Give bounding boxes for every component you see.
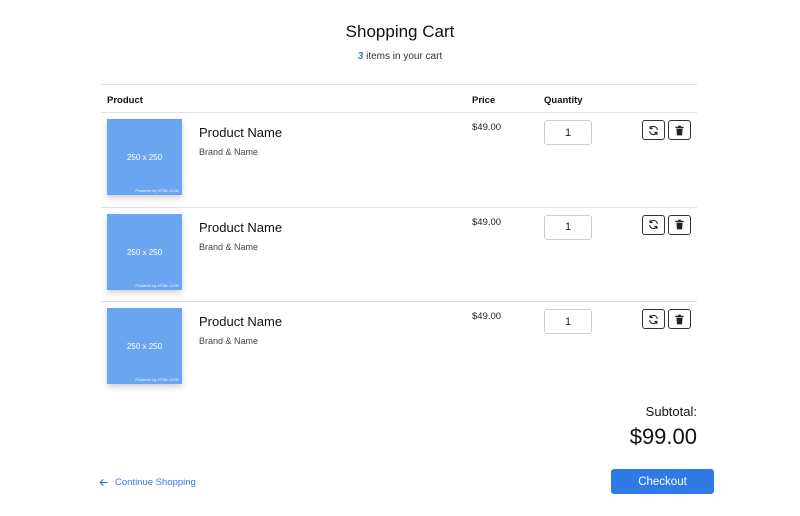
column-header-quantity: Quantity xyxy=(544,95,583,106)
continue-shopping-label: Continue Shopping xyxy=(115,477,196,488)
quantity-input[interactable] xyxy=(544,309,592,334)
refresh-icon xyxy=(649,125,658,135)
cart-row: 250 x 250 Powered by HTML.COM Product Na… xyxy=(101,113,697,208)
product-price: $49.00 xyxy=(472,216,502,228)
product-image-size-label: 250 x 250 xyxy=(126,342,163,351)
cart-row: 250 x 250 Powered by HTML.COM Product Na… xyxy=(101,208,697,302)
product-brand: Brand & Name xyxy=(199,241,259,252)
trash-icon xyxy=(675,125,684,135)
delete-item-button[interactable] xyxy=(668,120,691,140)
update-item-button[interactable] xyxy=(642,214,665,235)
product-image-credit: Powered by HTML.COM xyxy=(135,282,179,288)
product-image-credit: Powered by HTML.COM xyxy=(135,188,179,193)
refresh-icon xyxy=(649,314,658,324)
trash-icon xyxy=(675,219,684,230)
product-image[interactable]: 250 x 250 Powered by HTML.COM xyxy=(107,213,182,290)
product-name[interactable]: Product Name xyxy=(199,125,282,140)
cart-row: 250 x 250 Powered by HTML.COM Product Na… xyxy=(101,302,697,397)
product-name[interactable]: Product Name xyxy=(199,220,282,235)
product-image-size-label: 250 x 250 xyxy=(126,153,163,162)
column-header-price: Price xyxy=(472,95,496,106)
product-brand: Brand & Name xyxy=(199,336,259,346)
arrow-left-icon xyxy=(99,479,108,486)
product-price: $49.00 xyxy=(472,311,502,322)
item-count-suffix: items in your cart xyxy=(366,51,443,62)
product-image-size-label: 250 x 250 xyxy=(126,247,163,257)
product-brand: Brand & Name xyxy=(199,147,259,157)
item-count: 3 xyxy=(357,51,364,62)
delete-item-button[interactable] xyxy=(668,214,691,235)
column-header-product: Product xyxy=(107,95,143,106)
quantity-input[interactable] xyxy=(544,214,592,240)
page-title: Shopping Cart xyxy=(345,22,455,41)
product-image-credit: Powered by HTML.COM xyxy=(135,377,179,382)
product-image[interactable]: 250 x 250 Powered by HTML.COM xyxy=(107,308,182,384)
update-item-button[interactable] xyxy=(642,120,665,140)
cart-table: Product Price Quantity 250 x 250 Powered… xyxy=(101,84,697,397)
subtotal-label: Subtotal: xyxy=(645,404,697,419)
cart-item-count-text: 3 items in your cart xyxy=(0,51,800,62)
update-item-button[interactable] xyxy=(642,309,665,329)
product-name[interactable]: Product Name xyxy=(199,314,282,329)
product-price: $49.00 xyxy=(472,122,502,133)
checkout-button[interactable]: Checkout xyxy=(611,469,714,494)
table-header: Product Price Quantity xyxy=(101,84,697,113)
delete-item-button[interactable] xyxy=(668,309,691,329)
cart-header: Shopping Cart 3 items in your cart xyxy=(0,22,800,62)
product-image[interactable]: 250 x 250 Powered by HTML.COM xyxy=(107,119,182,195)
continue-shopping-link[interactable]: Continue Shopping xyxy=(99,477,196,488)
trash-icon xyxy=(675,314,684,324)
quantity-input[interactable] xyxy=(544,120,592,145)
refresh-icon xyxy=(649,219,658,230)
subtotal-value: $99.00 xyxy=(629,424,697,449)
